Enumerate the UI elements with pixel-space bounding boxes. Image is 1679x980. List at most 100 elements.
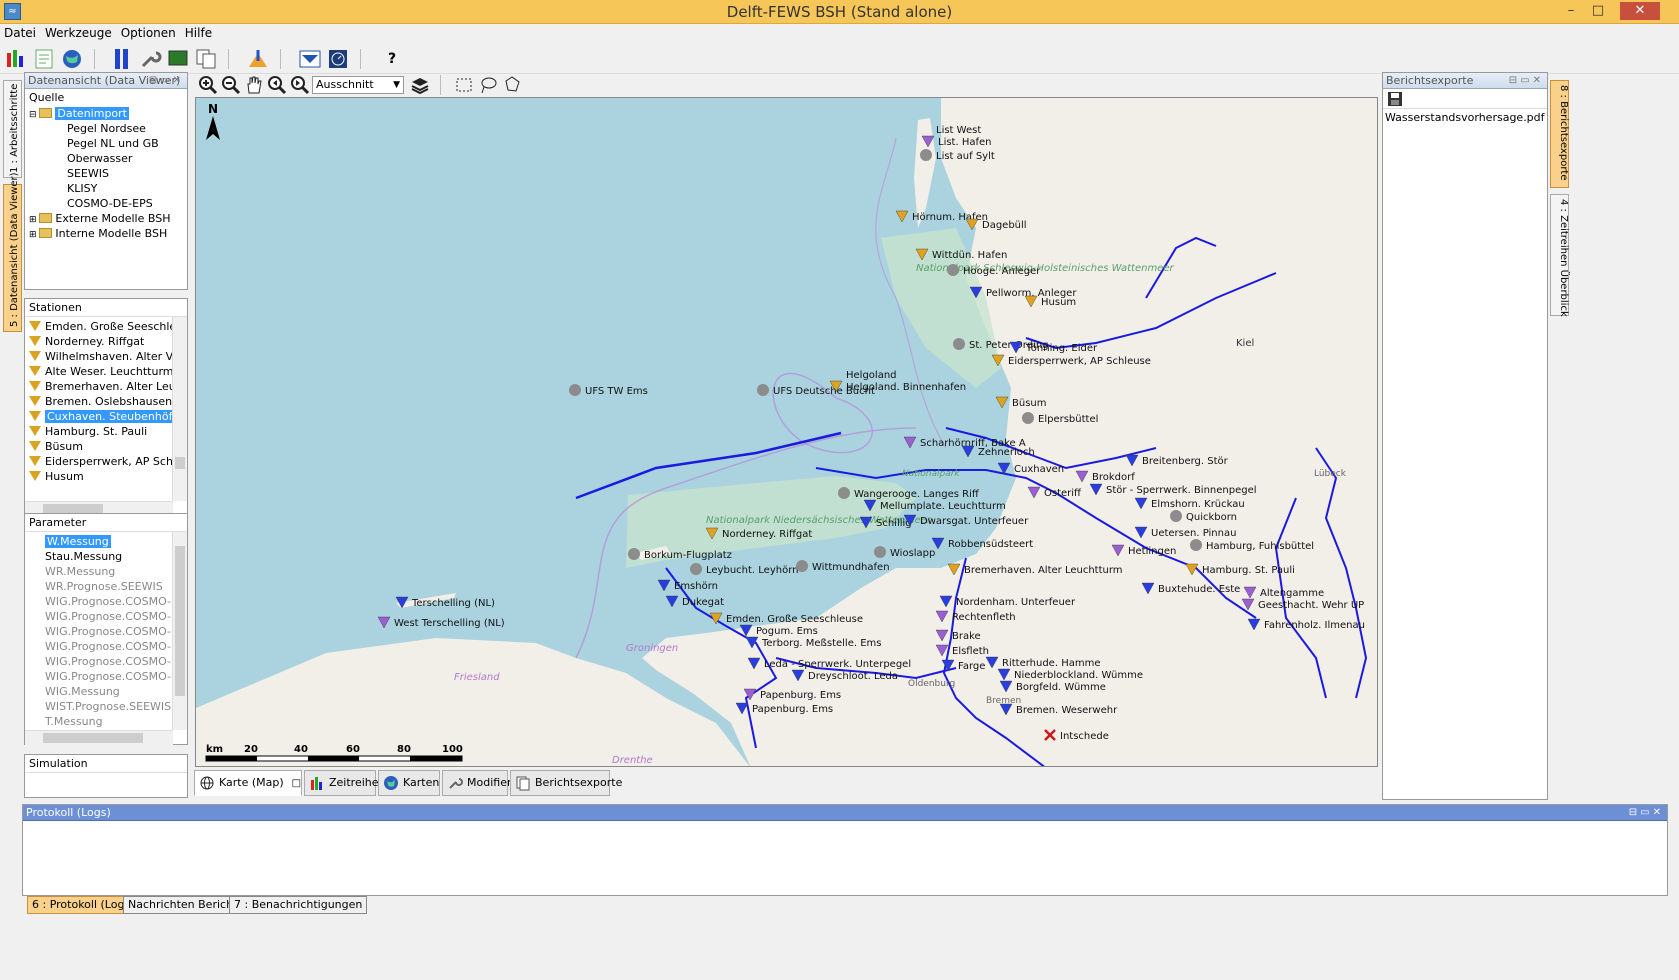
copy-icon[interactable] [194,47,218,71]
map-station[interactable]: Eidersperrwerk, AP Schleuse [991,354,1151,367]
map-station[interactable]: Helgoland [846,370,897,381]
map-station[interactable]: Borgfeld. Wümme [999,680,1106,693]
parameter-item[interactable]: T.Messung [25,714,173,729]
parameter-item[interactable]: WIG.Prognose.COSMO-DE-EPS [25,654,173,669]
map-station[interactable]: Breitenberg. Stör [1125,454,1229,467]
detach-icon[interactable]: □ [292,778,301,789]
map-station[interactable]: Niederblockland. Wümme [997,668,1143,681]
help-button[interactable]: ? [380,47,404,71]
wrench-icon[interactable] [138,47,162,71]
map-station[interactable]: Wangerooge. Langes Riff [838,487,980,500]
tree-item[interactable]: KLISY [25,181,187,196]
map-station[interactable]: Geesthacht. Wehr UP [1241,598,1364,611]
parameter-item[interactable]: WIG.Prognose.COSMO-DE-EPS [25,594,173,609]
parameter-item[interactable]: Stau.Messung [25,549,173,564]
wsv-logo-icon[interactable] [298,47,322,71]
notes-icon[interactable] [32,47,56,71]
map-station[interactable]: Borkum-Flugplatz [628,548,732,561]
map-station[interactable]: Norderney. Riffgat [705,527,812,540]
tree-item[interactable]: COSMO-DE-EPS [25,196,187,211]
parameter-item[interactable]: WR.Messung [25,564,173,579]
collapse-icon[interactable]: ⊟ [29,110,39,120]
pan-hand-icon[interactable] [242,73,266,97]
report-file-item[interactable]: Wasserstandsvorhersage.pdf [1383,109,1547,126]
tab-modifier[interactable]: Modifier [442,770,511,796]
station-item[interactable]: Husum [25,469,173,484]
tab-benachrichtigungen[interactable]: 7 : Benachrichtigungen [229,896,368,914]
parameter-item[interactable]: WR.Prognose.SEEWIS [25,579,173,594]
map-station[interactable]: Bremerhaven. Alter Leuchtturm [947,563,1123,576]
panel-buttons[interactable]: ⊟▭✕ [149,73,184,88]
parameter-vscroll[interactable] [172,532,187,730]
zoom-mode-select[interactable]: Ausschnitt ▼ [312,76,404,94]
map-svg[interactable]: Nationalpark Schleswig-Holsteinisches Wa… [196,98,1378,767]
zoom-previous-icon[interactable] [265,73,289,97]
station-item[interactable]: Bremen. Oslebshausen [25,394,173,409]
polygon-select-icon[interactable] [500,73,524,97]
parameter-item[interactable]: W.Messung [25,534,173,549]
map-station[interactable]: Elmshorn. Krückau [1134,497,1245,510]
station-item[interactable]: Wilhelmshaven. Alter Vorhafen [25,349,173,364]
map-station[interactable]: Terborg. Meßstelle. Ems [745,636,881,649]
station-item[interactable]: Büsum [25,439,173,454]
lasso-select-icon[interactable] [476,73,500,97]
panel-buttons[interactable]: ⊟▭✕ [1509,73,1544,88]
maximize-button[interactable]: □ [1586,2,1610,20]
clock-icon[interactable] [326,47,350,71]
map-station[interactable]: Dwarsgat. Unterfeuer [903,514,1029,527]
tree-item[interactable]: Pegel NL und GB [25,136,187,151]
close-button[interactable]: ✕ [1620,2,1660,20]
station-item[interactable]: Eidersperrwerk, AP Schleuse [25,454,173,469]
parameter-item[interactable]: WIG.Prognose.COSMO-DE-EPS [25,669,173,684]
tab-zeitreihen-ueberblick[interactable]: 4 : Zeitreihen Überblick [1550,194,1569,317]
zoom-out-icon[interactable] [219,73,243,97]
tab-datenansicht[interactable]: 5 : Datenansicht (Data Viewer) [3,172,22,332]
minimize-button[interactable]: – [1559,2,1583,20]
parameter-item[interactable]: WIG.Messung [25,684,173,699]
monitor-icon[interactable] [166,47,190,71]
parameter-item[interactable]: WIG.Prognose.COSMO-DE-EPS [25,624,173,639]
map-station[interactable]: Leda - Sperrwerk. Unterpegel [747,657,911,670]
station-item[interactable]: Emden. Große Seeschleuse [25,319,173,334]
station-item[interactable]: Hamburg. St. Pauli [25,424,173,439]
parameter-hscroll[interactable] [25,730,173,745]
panel-buttons[interactable]: ⊟▭✕ [1629,805,1664,820]
map-station[interactable]: Ritterhude. Hamme [985,656,1100,669]
export-chart-icon[interactable] [246,47,270,71]
map-station[interactable]: Uetersen. Pinnau [1134,526,1236,539]
map-station[interactable]: Fahrenholz. Ilmenau [1247,618,1365,631]
station-item[interactable]: Cuxhaven. Steubenhöft [25,409,173,424]
expand-icon[interactable]: ⊞ [29,230,39,240]
station-item[interactable]: Bremerhaven. Alter Leuchtturm [25,379,173,394]
tab-berichtsexporte[interactable]: Berichtsexporte [510,770,622,796]
map-station[interactable]: Bremen. Weserwehr [999,703,1118,716]
tab-karte[interactable]: Karte (Map) □ [194,770,302,796]
map-station[interactable]: Dreyschloot. Leda [791,669,898,682]
parameter-item[interactable]: WIG.Prognose.COSMO-DE-EPS [25,609,173,624]
map-station[interactable]: West Terschelling (NL) [377,616,505,629]
map-station[interactable]: Farge [941,659,985,672]
tree-item[interactable]: ⊞ Externe Modelle BSH [25,211,187,226]
layers-icon[interactable] [408,73,432,97]
map-station[interactable]: Hamburg. St. Pauli [1185,563,1295,576]
map-station[interactable]: UFS Deutsche Bucht [757,384,875,397]
rect-select-icon[interactable] [452,73,476,97]
station-item[interactable]: Norderney. Riffgat [25,334,173,349]
parameter-item[interactable]: WIG.Prognose.COSMO-DE-EPS [25,639,173,654]
map-station[interactable]: Leybucht. Leyhörn [690,563,798,576]
map-station[interactable]: Emden. Große Seeschleuse [709,612,863,625]
map-station[interactable]: Stör - Sperrwerk. Binnenpegel [1089,483,1257,496]
tab-karten[interactable]: Karten [378,770,440,796]
station-item[interactable]: Alte Weser. Leuchtturm [25,364,173,379]
menu-datei[interactable]: Datei [0,24,41,40]
zoom-in-icon[interactable] [196,73,220,97]
zoom-next-icon[interactable] [288,73,312,97]
map-station[interactable]: Wioslapp [874,546,935,559]
save-icon[interactable] [1387,91,1403,107]
tab-zeitreihen[interactable]: Zeitreihen [304,770,386,796]
import-icon[interactable] [110,47,134,71]
globe-icon[interactable] [60,47,84,71]
tab-berichtsexporte-side[interactable]: 8 : Berichtsexporte [1550,80,1569,188]
tree-item[interactable]: Pegel Nordsee [25,121,187,136]
map-station[interactable]: List West [936,125,981,136]
